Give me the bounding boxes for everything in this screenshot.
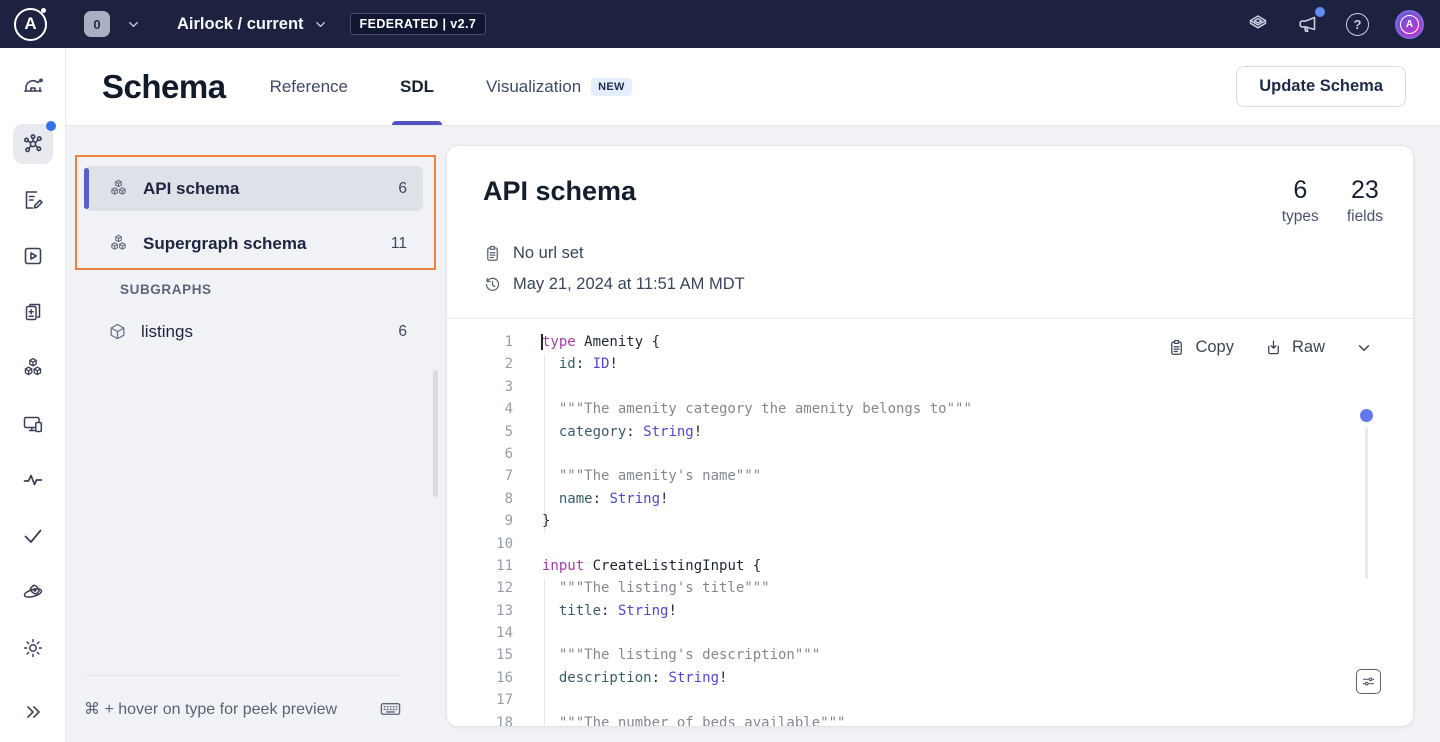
page-header: Schema Reference SDL Visualization NEW U… bbox=[66, 48, 1440, 126]
tricube-icon bbox=[108, 178, 129, 199]
content-area: API schema 6 Supergraph schema 11 SUBGRA… bbox=[66, 126, 1440, 742]
graph-selector[interactable]: Airlock / current bbox=[177, 15, 304, 34]
code-line: 12 """The listing's title""" bbox=[447, 577, 1413, 599]
settings-gear-icon[interactable] bbox=[13, 628, 53, 668]
insights-icon[interactable] bbox=[13, 460, 53, 500]
panel-scrollbar[interactable] bbox=[433, 370, 438, 497]
item-label: listings bbox=[141, 322, 193, 342]
item-label: API schema bbox=[143, 179, 239, 199]
topbar: A 0 Airlock / current FEDERATED | v2.7 ?… bbox=[0, 0, 1440, 48]
page-title: Schema bbox=[102, 68, 226, 106]
tab-reference[interactable]: Reference bbox=[270, 48, 348, 125]
code-block: 1type Amenity {2 id: ID!34 """The amenit… bbox=[447, 331, 1413, 727]
update-schema-button[interactable]: Update Schema bbox=[1236, 66, 1406, 107]
text-cursor bbox=[541, 334, 543, 350]
item-count: 6 bbox=[398, 180, 407, 198]
stat-types: 6 types bbox=[1282, 176, 1319, 226]
code-line: 16 description: String! bbox=[447, 667, 1413, 689]
card-title: API schema bbox=[483, 176, 636, 207]
item-count: 6 bbox=[398, 323, 407, 341]
expand-rail-icon[interactable] bbox=[13, 692, 53, 732]
schema-list-item-api-schema[interactable]: API schema 6 bbox=[84, 166, 423, 211]
launches-icon[interactable] bbox=[13, 572, 53, 612]
tab-bar: Reference SDL Visualization NEW bbox=[270, 48, 632, 125]
apollo-logo-icon[interactable]: A bbox=[14, 8, 47, 41]
schema-list-panel: API schema 6 Supergraph schema 11 SUBGRA… bbox=[84, 166, 423, 364]
operations-icon[interactable] bbox=[13, 292, 53, 332]
home-icon[interactable] bbox=[13, 68, 53, 108]
download-icon bbox=[1264, 338, 1283, 357]
icon-rail bbox=[0, 48, 66, 742]
schema-list-item-supergraph-schema[interactable]: Supergraph schema 11 bbox=[84, 221, 423, 266]
graph-chevron-down-icon[interactable] bbox=[313, 17, 328, 32]
schema-stats: 6 types 23 fields bbox=[1282, 176, 1383, 226]
announcements-megaphone-icon[interactable] bbox=[1296, 12, 1320, 36]
tab-visualization[interactable]: Visualization NEW bbox=[486, 48, 632, 125]
code-line: 4 """The amenity category the amenity be… bbox=[447, 398, 1413, 420]
meta-date-text: May 21, 2024 at 11:51 AM MDT bbox=[513, 275, 745, 294]
tab-sdl[interactable]: SDL bbox=[400, 48, 434, 125]
meta-date-row: May 21, 2024 at 11:51 AM MDT bbox=[483, 275, 1377, 294]
changelog-icon[interactable] bbox=[13, 180, 53, 220]
item-count: 11 bbox=[391, 235, 407, 253]
sdl-editor[interactable]: 1type Amenity {2 id: ID!34 """The amenit… bbox=[447, 319, 1413, 727]
meta-url-text: No url set bbox=[513, 244, 584, 263]
scroll-position-dot[interactable] bbox=[1360, 409, 1373, 422]
item-label: Supergraph schema bbox=[143, 234, 306, 254]
code-line: 8 name: String! bbox=[447, 488, 1413, 510]
code-toolbar: Copy Raw bbox=[1167, 338, 1373, 357]
subgraphs-section-label: SUBGRAPHS bbox=[120, 282, 423, 297]
tricube-icon bbox=[108, 233, 129, 254]
avatar[interactable]: A bbox=[1395, 10, 1424, 39]
schema-list-item-listings[interactable]: listings 6 bbox=[84, 309, 423, 354]
explorer-icon[interactable] bbox=[13, 236, 53, 276]
copy-clipboard-icon bbox=[1167, 338, 1186, 357]
org-chevron-down-icon[interactable] bbox=[126, 17, 141, 32]
code-line: 5 category: String! bbox=[447, 421, 1413, 443]
code-line: 15 """The listing's description""" bbox=[447, 644, 1413, 666]
schema-icon[interactable] bbox=[13, 124, 53, 164]
keyboard-icon bbox=[379, 697, 402, 720]
editor-settings-button[interactable] bbox=[1356, 669, 1381, 694]
code-line: 18 """The number of beds available""" bbox=[447, 712, 1413, 727]
federated-version-badge: FEDERATED | v2.7 bbox=[350, 13, 487, 35]
code-line: 13 title: String! bbox=[447, 600, 1413, 622]
sdl-card: API schema 6 types 23 fields bbox=[446, 145, 1414, 727]
stat-fields: 23 fields bbox=[1347, 176, 1383, 226]
clients-icon[interactable] bbox=[13, 404, 53, 444]
code-line: 7 """The amenity's name""" bbox=[447, 465, 1413, 487]
org-switcher-badge[interactable]: 0 bbox=[84, 11, 110, 37]
peek-preview-hint: ⌘ + hover on type for peek preview bbox=[84, 675, 402, 720]
cube-icon bbox=[108, 322, 127, 341]
help-icon[interactable]: ? bbox=[1346, 13, 1369, 36]
code-line: 17 bbox=[447, 689, 1413, 711]
code-line: 6 bbox=[447, 443, 1413, 465]
clipboard-icon bbox=[483, 244, 502, 263]
checks-icon[interactable] bbox=[13, 516, 53, 556]
code-line: 11input CreateListingInput { bbox=[447, 555, 1413, 577]
graph-package-icon[interactable] bbox=[1246, 12, 1270, 36]
raw-button[interactable]: Raw bbox=[1264, 338, 1325, 357]
toolbar-chevron-down-icon[interactable] bbox=[1355, 339, 1373, 357]
code-line: 3 bbox=[447, 376, 1413, 398]
new-badge: NEW bbox=[591, 78, 632, 96]
code-line: 14 bbox=[447, 622, 1413, 644]
copy-button[interactable]: Copy bbox=[1167, 338, 1234, 357]
subgraphs-icon[interactable] bbox=[13, 348, 53, 388]
scroll-track[interactable] bbox=[1365, 427, 1368, 579]
code-line: 9} bbox=[447, 510, 1413, 532]
meta-url-row: No url set bbox=[483, 244, 1377, 263]
code-line: 10 bbox=[447, 533, 1413, 555]
history-icon bbox=[483, 275, 502, 294]
hint-text: ⌘ + hover on type for peek preview bbox=[84, 699, 379, 719]
